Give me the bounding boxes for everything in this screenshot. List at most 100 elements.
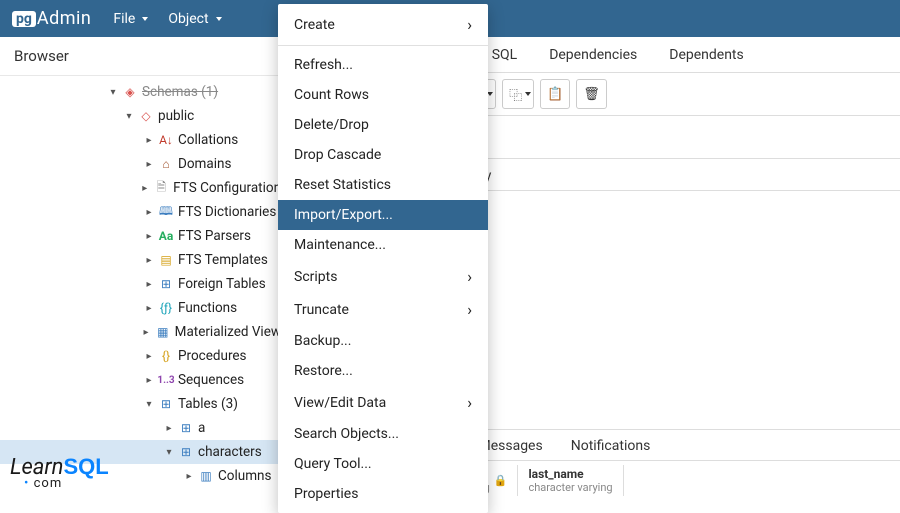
- tab-dependencies[interactable]: Dependencies: [533, 37, 653, 72]
- app-logo: pgAdmin: [0, 0, 103, 37]
- tree-label: Tables (3): [178, 396, 238, 412]
- chevron-down-icon[interactable]: ▾: [124, 111, 134, 122]
- delete-button[interactable]: 🗑: [576, 79, 607, 109]
- tree-label: Columns: [218, 468, 271, 484]
- foreign-table-icon: ⊞: [158, 277, 174, 291]
- tree-label: a: [198, 420, 205, 436]
- tree-table-a[interactable]: ▸ ⊞ a: [0, 416, 288, 440]
- chevron-right-icon[interactable]: ▸: [144, 279, 154, 290]
- browser-panel-title: Browser: [0, 37, 288, 76]
- tree-schemas[interactable]: ▾ ◈ Schemas (1): [0, 80, 288, 104]
- chevron-right-icon: [467, 393, 472, 412]
- chevron-right-icon[interactable]: ▸: [144, 255, 154, 266]
- tree-public[interactable]: ▾◇public: [0, 104, 288, 128]
- ctx-label: Backup...: [294, 333, 351, 349]
- paste-button[interactable]: 📋: [540, 79, 570, 109]
- ctx-label: Search Objects...: [294, 426, 399, 442]
- ctx-label: Delete/Drop: [294, 117, 369, 133]
- sidebar: Browser ▾◈Schemas (1) ▾◇public ▸A↓Collat…: [0, 37, 288, 500]
- chevron-right-icon[interactable]: ▸: [140, 183, 150, 194]
- tree-label: FTS Configurations: [173, 180, 288, 196]
- chevron-right-icon[interactable]: ▸: [144, 303, 154, 314]
- tab-notifications[interactable]: Notifications: [557, 432, 665, 460]
- tree-procedures[interactable]: ▸ {} Procedures: [0, 344, 288, 368]
- ctx-label: Count Rows: [294, 87, 369, 103]
- collation-icon: A↓: [158, 133, 174, 147]
- tree-label: Sequences: [178, 372, 244, 388]
- function-icon: {ƒ}: [158, 301, 174, 315]
- lock-icon: 🔒: [494, 474, 508, 487]
- tree-sequences[interactable]: ▸ 1..3 Sequences: [0, 368, 288, 392]
- ctx-properties[interactable]: Properties: [278, 479, 488, 509]
- copy-button[interactable]: ⿻: [502, 79, 534, 109]
- schema-group-icon: ◈: [122, 85, 138, 99]
- ctx-reset-stats[interactable]: Reset Statistics: [278, 170, 488, 200]
- tree-collations[interactable]: ▸A↓Collations: [0, 128, 288, 152]
- sequence-icon: 1..3: [158, 375, 174, 386]
- fts-template-icon: ▤: [158, 253, 174, 267]
- chevron-down-icon[interactable]: [522, 87, 531, 102]
- fts-config-icon: 🗎: [154, 178, 170, 199]
- copy-icon: ⿻: [509, 85, 522, 104]
- ctx-count-rows[interactable]: Count Rows: [278, 80, 488, 110]
- tree-mat-views[interactable]: ▸▦Materialized Views: [0, 320, 288, 344]
- ctx-drop-cascade[interactable]: Drop Cascade: [278, 140, 488, 170]
- tree-fts-parsers[interactable]: ▸AaFTS Parsers: [0, 224, 288, 248]
- ctx-maintenance[interactable]: Maintenance...: [278, 230, 488, 260]
- context-menu[interactable]: Create Refresh... Count Rows Delete/Drop…: [278, 4, 488, 513]
- chevron-down-icon[interactable]: ▾: [108, 87, 118, 98]
- tree-functions[interactable]: ▸{ƒ}Functions: [0, 296, 288, 320]
- chevron-right-icon[interactable]: ▸: [164, 423, 174, 434]
- tree-label: Foreign Tables: [178, 276, 266, 292]
- ctx-label: Drop Cascade: [294, 147, 381, 163]
- table-icon: ⊞: [178, 421, 194, 435]
- tab-dependents[interactable]: Dependents: [653, 37, 759, 72]
- ctx-refresh[interactable]: Refresh...: [278, 50, 488, 80]
- tree-label: Procedures: [178, 348, 247, 364]
- tree-domains[interactable]: ▸⌂Domains: [0, 152, 288, 176]
- chevron-down-icon[interactable]: ▾: [164, 447, 174, 458]
- ctx-label: Maintenance...: [294, 237, 386, 253]
- menu-object[interactable]: Object: [158, 0, 231, 37]
- ctx-delete-drop[interactable]: Delete/Drop: [278, 110, 488, 140]
- chevron-right-icon[interactable]: ▸: [144, 375, 154, 386]
- tree-fts-dict[interactable]: ▸🕮FTS Dictionaries: [0, 200, 288, 224]
- tree-fts-templates[interactable]: ▸▤FTS Templates: [0, 248, 288, 272]
- trash-icon: 🗑: [583, 87, 600, 102]
- chevron-right-icon[interactable]: ▸: [144, 159, 154, 170]
- procedure-icon: {}: [158, 349, 174, 363]
- col-name: last_name: [528, 467, 583, 481]
- object-tree[interactable]: ▾◈Schemas (1) ▾◇public ▸A↓Collations ▸⌂D…: [0, 76, 288, 488]
- tree-label: Materialized Views: [175, 324, 288, 340]
- tree-label: Schemas (1): [142, 84, 218, 100]
- column-header-last-name[interactable]: last_namecharacter varying: [518, 465, 623, 496]
- chevron-right-icon[interactable]: ▸: [184, 471, 194, 482]
- tree-fts-config[interactable]: ▸ 🗎FTS Configurations: [0, 176, 288, 200]
- chevron-right-icon[interactable]: ▸: [144, 231, 154, 242]
- separator: [278, 45, 488, 46]
- tree-label: FTS Dictionaries: [178, 204, 276, 220]
- tree-tables[interactable]: ▾ ⊞ Tables (3): [0, 392, 288, 416]
- ctx-scripts[interactable]: Scripts: [278, 260, 488, 293]
- ctx-label: Import/Export...: [294, 207, 393, 223]
- chevron-right-icon[interactable]: ▸: [141, 327, 151, 338]
- ctx-view-edit[interactable]: View/Edit Data: [278, 386, 488, 419]
- ctx-truncate[interactable]: Truncate: [278, 293, 488, 326]
- tree-label: characters: [198, 444, 262, 460]
- ctx-label: Reset Statistics: [294, 177, 391, 193]
- chevron-right-icon[interactable]: ▸: [144, 351, 154, 362]
- ctx-backup[interactable]: Backup...: [278, 326, 488, 356]
- ctx-create[interactable]: Create: [278, 8, 488, 41]
- chevron-right-icon[interactable]: ▸: [144, 135, 154, 146]
- ctx-import-export[interactable]: Import/Export...: [278, 200, 488, 230]
- ctx-restore[interactable]: Restore...: [278, 356, 488, 386]
- ctx-query-tool[interactable]: Query Tool...: [278, 449, 488, 479]
- chevron-down-icon[interactable]: ▾: [144, 399, 154, 410]
- chevron-right-icon[interactable]: ▸: [144, 207, 154, 218]
- menu-file[interactable]: File: [103, 0, 158, 37]
- chevron-right-icon: [467, 300, 472, 319]
- tables-icon: ⊞: [158, 397, 174, 411]
- chevron-right-icon: [467, 267, 472, 286]
- tree-foreign-tables[interactable]: ▸ ⊞ Foreign Tables: [0, 272, 288, 296]
- ctx-search-objects[interactable]: Search Objects...: [278, 419, 488, 449]
